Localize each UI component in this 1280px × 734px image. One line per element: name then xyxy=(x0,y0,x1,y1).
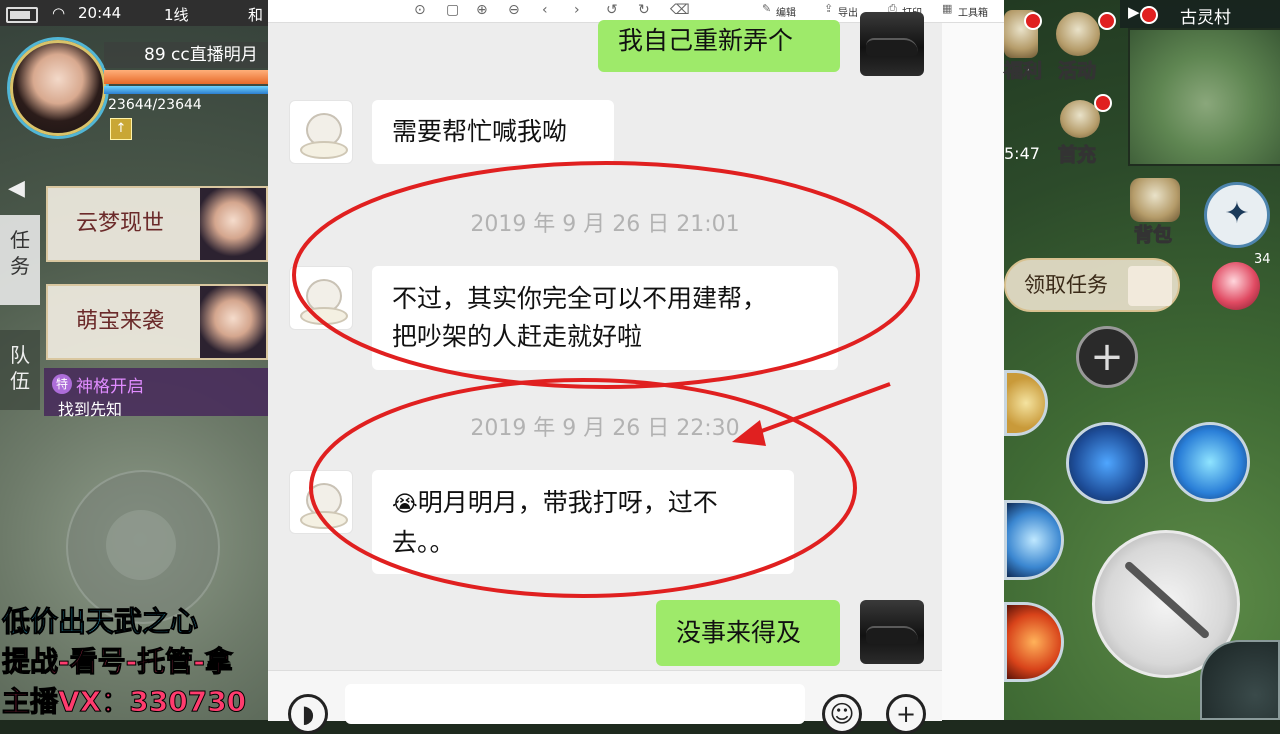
mp-bar xyxy=(104,86,268,94)
house-icon xyxy=(1128,266,1172,306)
quest-title: 云梦现世 xyxy=(76,211,165,236)
quest-portrait xyxy=(200,286,266,358)
potion-count: 34 xyxy=(1254,252,1271,267)
hp-bar xyxy=(104,70,268,84)
tools-button[interactable]: 工具箱 xyxy=(958,4,988,19)
notification-dot xyxy=(1094,94,1112,112)
collapse-arrow-icon[interactable]: ◀ xyxy=(8,176,25,201)
potion-icon[interactable] xyxy=(1212,262,1260,310)
recharge-label: 首充 xyxy=(1057,144,1097,167)
skill-2-icon[interactable] xyxy=(1066,422,1148,504)
quest-title: 神格开启 xyxy=(76,377,144,397)
game-time: 5:47 xyxy=(1004,144,1040,163)
notification-dot xyxy=(1140,6,1158,24)
rank-icon[interactable]: ↑ xyxy=(110,118,132,140)
dodge-button[interactable] xyxy=(1200,640,1280,720)
activity-label: 活动 xyxy=(1057,60,1097,83)
minimap[interactable] xyxy=(1128,28,1280,166)
status-extra: 和 xyxy=(248,6,264,24)
status-time: 20:44 xyxy=(78,4,122,22)
quest-card-1[interactable]: 云梦现世 xyxy=(46,186,268,262)
joystick-knob[interactable] xyxy=(106,510,176,580)
hp-text: 23644/23644 xyxy=(108,97,202,113)
viewer-margin xyxy=(942,0,1004,720)
special-badge: 特 xyxy=(52,374,72,394)
add-skill-button[interactable]: + xyxy=(1076,326,1138,388)
annotation-overlay xyxy=(292,161,920,598)
annotation-circle xyxy=(309,378,857,598)
player-name: 89 cc直播明月 xyxy=(104,42,268,68)
quest-subtitle: 找到先知 xyxy=(58,400,123,419)
bag-icon[interactable] xyxy=(1130,178,1180,222)
tab-team-label: 队伍 xyxy=(10,343,30,393)
quest-portrait xyxy=(200,188,266,260)
notification-dot xyxy=(1098,12,1116,30)
quest-card-3[interactable]: 特 神格开启 找到先知 xyxy=(44,368,268,419)
notification-dot xyxy=(1024,12,1042,30)
status-line: 1线 xyxy=(164,6,189,24)
map-name: 古灵村 xyxy=(1180,8,1231,28)
quest-card-2[interactable]: 萌宝来袭 xyxy=(46,284,268,360)
quest-title: 萌宝来袭 xyxy=(76,309,165,334)
annotation-arrow-head xyxy=(732,420,766,446)
tab-task[interactable]: 任务 xyxy=(0,215,40,305)
bag-label: 背包 xyxy=(1133,224,1173,247)
promo-line-3: 主播VX：330730 xyxy=(1,685,247,719)
annotation-circle xyxy=(292,161,920,389)
wifi-icon: ◠ xyxy=(52,4,66,22)
battery-icon xyxy=(6,7,38,23)
tools-icon: ▦ xyxy=(942,2,953,15)
status-bar: ◠ 20:44 1线 和 xyxy=(0,0,268,26)
promo-line-1: 低价出天武之心 xyxy=(1,605,199,639)
activity-icon[interactable] xyxy=(1056,12,1100,56)
promo-line-2: 提战-看号-托管-拿 xyxy=(2,645,234,679)
tab-team[interactable]: 队伍 xyxy=(0,330,40,410)
tab-task-label: 任务 xyxy=(10,228,30,278)
skill-3-icon[interactable] xyxy=(1170,422,1250,502)
welfare-label: 福利 xyxy=(1003,60,1043,83)
compass-icon[interactable]: ✦ xyxy=(1204,182,1270,248)
flag-icon: ▶ xyxy=(1128,3,1140,21)
player-avatar[interactable] xyxy=(10,40,106,136)
